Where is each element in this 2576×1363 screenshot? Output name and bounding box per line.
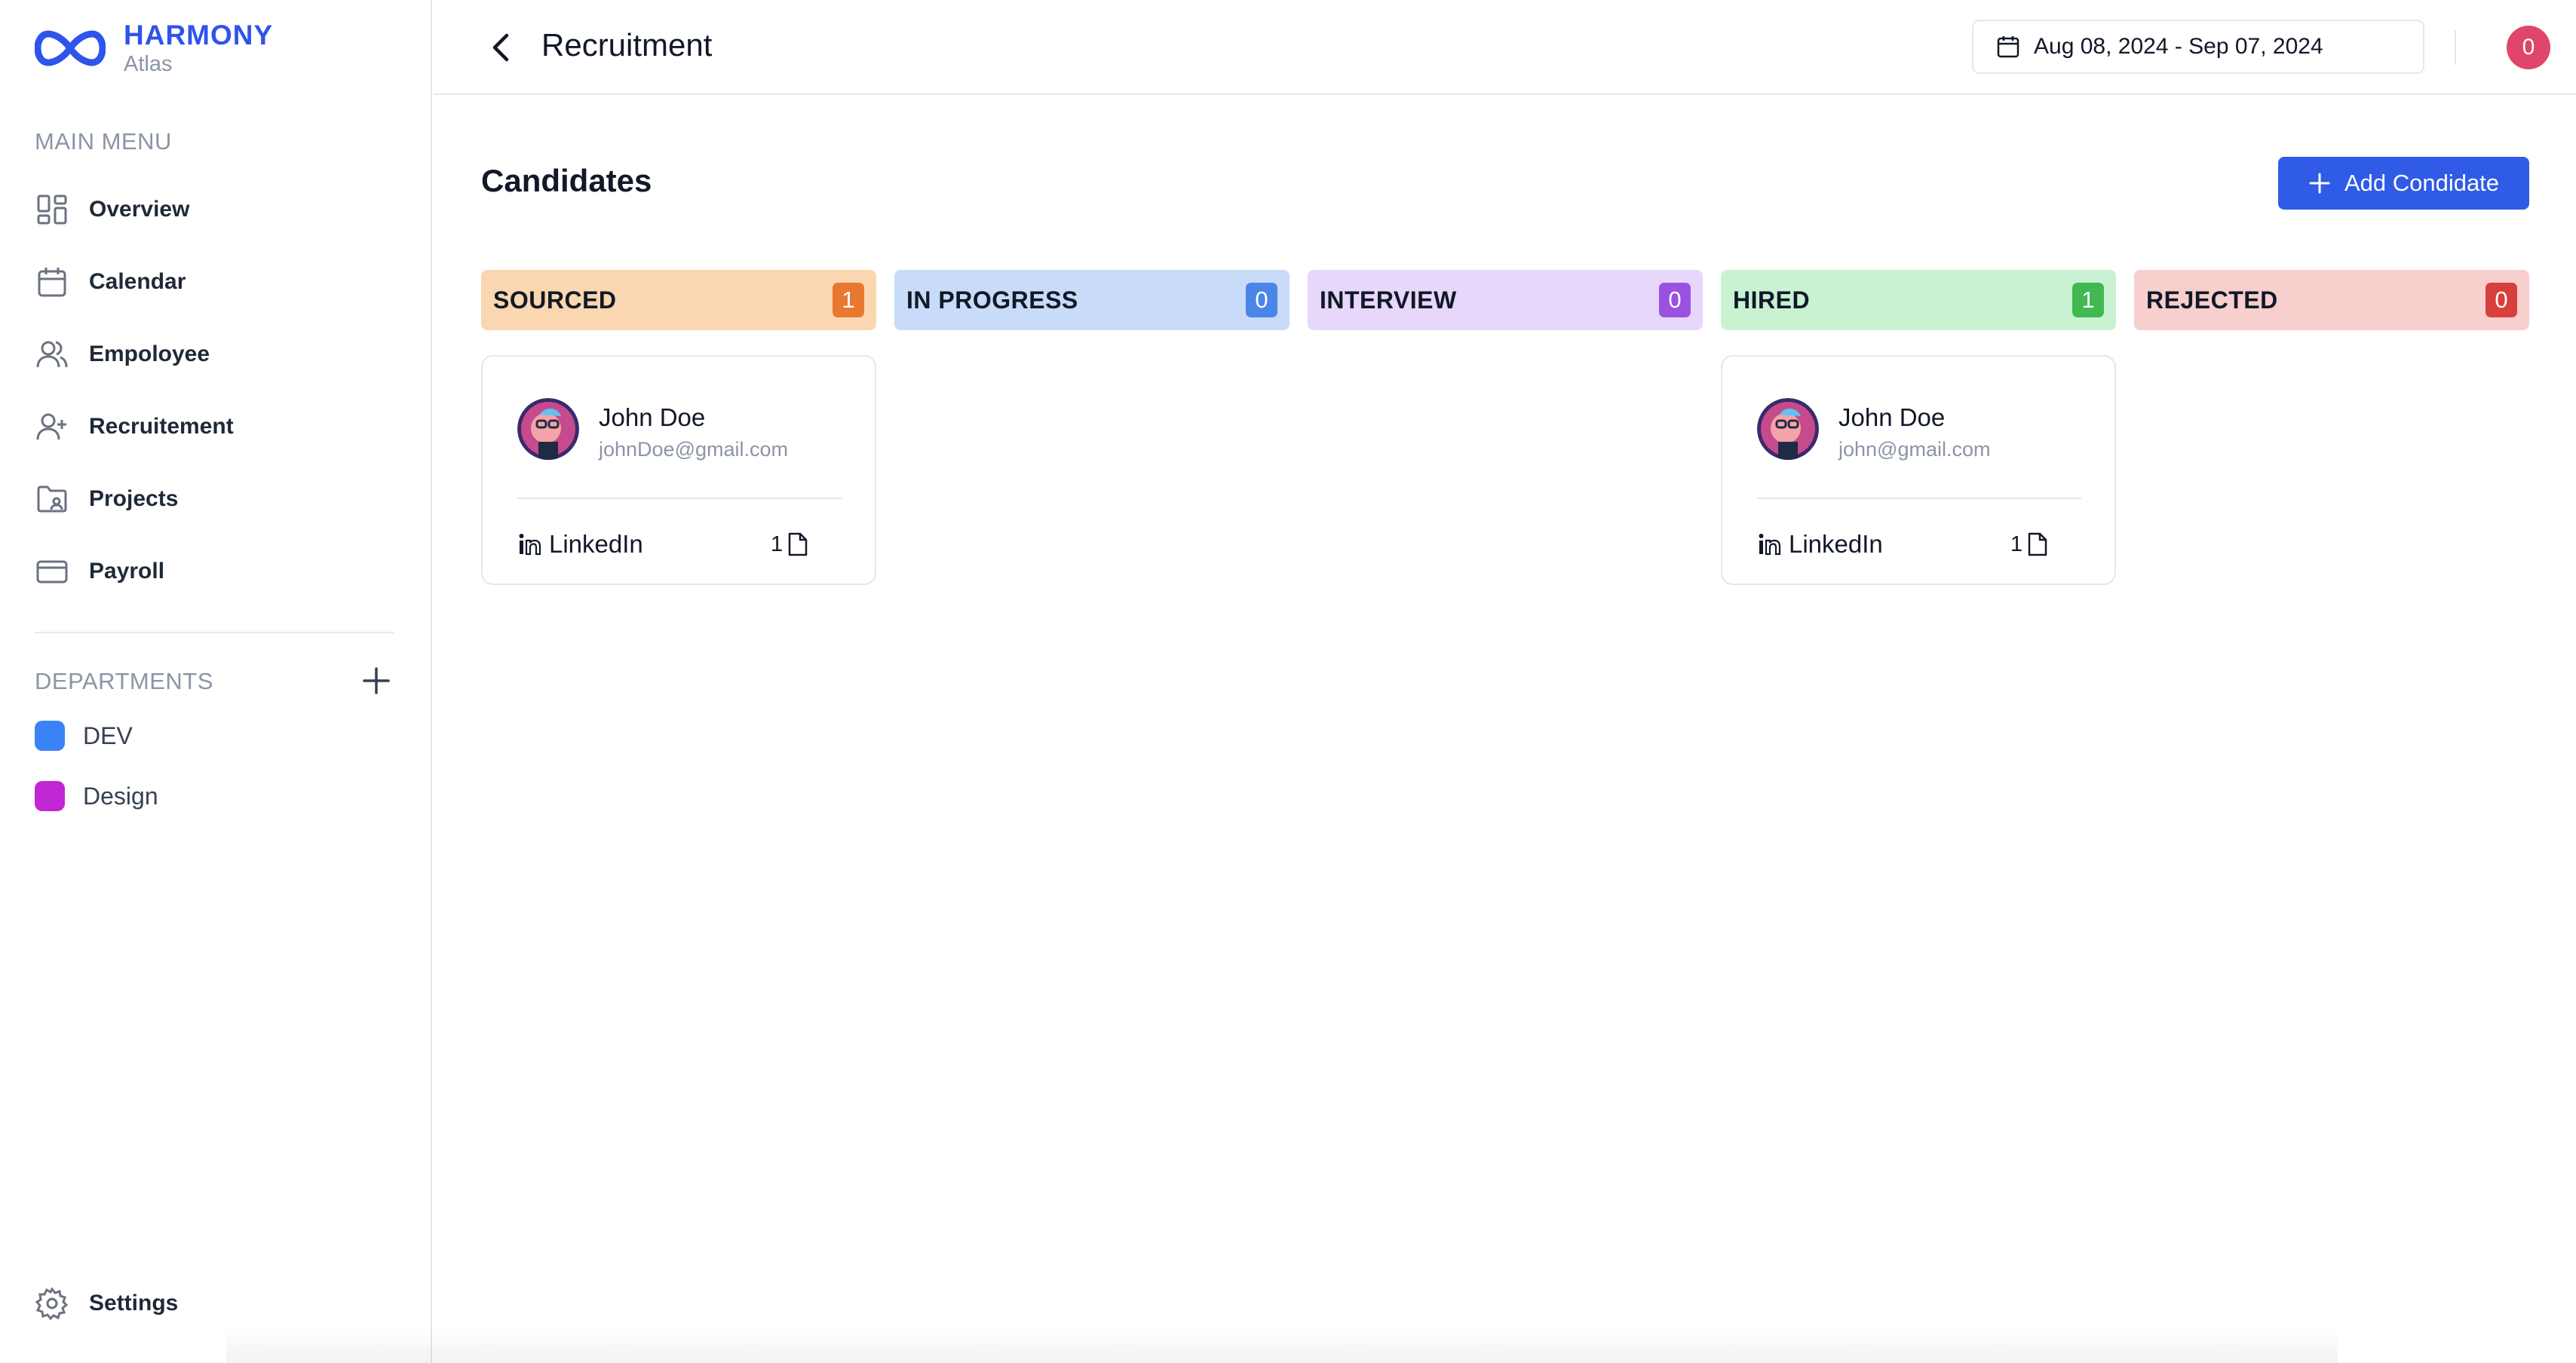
brand-text: HARMONY Atlas — [124, 20, 273, 77]
sidebar-item-calendar[interactable]: Calendar — [35, 246, 397, 318]
department-item-dev[interactable]: DEV — [35, 706, 158, 766]
header-separator — [2455, 30, 2456, 65]
add-candidate-label: Add Condidate — [2344, 170, 2500, 196]
document-count: 1 — [2010, 531, 2023, 556]
column-title: SOURCED — [493, 286, 617, 314]
user-plus-icon — [35, 409, 69, 444]
app-root: HARMONY Atlas MAIN MENU Overview Calenda… — [0, 0, 2576, 1363]
main-menu: Overview Calendar Empoloyee Recruitement — [35, 173, 397, 608]
candidate-source-label: LinkedIn — [549, 530, 643, 558]
sidebar: HARMONY Atlas MAIN MENU Overview Calenda… — [0, 0, 432, 1363]
candidate-source: LinkedIn — [517, 530, 643, 559]
sidebar-item-label: Projects — [89, 486, 179, 511]
brand-name: HARMONY — [124, 20, 274, 51]
department-item-design[interactable]: Design — [35, 766, 158, 826]
column-count-badge: 1 — [833, 283, 864, 317]
file-icon — [2028, 532, 2047, 556]
candidate-email: johnDoe@gmail.com — [599, 438, 789, 461]
column-count-badge: 0 — [2486, 283, 2517, 317]
calendar-icon — [35, 265, 69, 299]
department-label: Design — [83, 782, 158, 810]
linkedin-icon — [519, 534, 541, 556]
candidates-title: Candidates — [481, 163, 652, 198]
candidate-avatar — [1757, 398, 1819, 460]
calendar-icon — [1997, 36, 2019, 58]
grid-icon — [35, 192, 69, 227]
file-icon — [788, 532, 808, 556]
column-title: REJECTED — [2146, 286, 2278, 314]
candidate-name: John Doe — [1838, 403, 1946, 431]
candidate-email: john@gmail.com — [1838, 438, 1991, 461]
department-list: DEV Design — [35, 706, 158, 826]
top-header: Recruitment Aug 08, 2024 - Sep 07, 2024 … — [434, 0, 2576, 95]
candidate-source-label: LinkedIn — [1789, 530, 1883, 558]
candidate-avatar — [517, 398, 579, 460]
column-count-badge: 0 — [1659, 283, 1691, 317]
users-icon — [35, 337, 69, 372]
departments-label: DEPARTMENTS — [35, 668, 213, 694]
card-divider — [1757, 498, 2081, 499]
sidebar-item-recruitement[interactable]: Recruitement — [35, 391, 397, 463]
date-range-picker[interactable]: Aug 08, 2024 - Sep 07, 2024 — [1972, 20, 2424, 74]
user-avatar[interactable]: 0 — [2507, 26, 2550, 69]
department-color-dot — [35, 781, 65, 811]
brand-subtitle: Atlas — [124, 52, 173, 76]
sidebar-item-label: Empoloyee — [89, 342, 210, 366]
department-color-dot — [35, 721, 65, 751]
document-count: 1 — [771, 531, 784, 556]
bottom-shadow — [226, 1327, 2338, 1363]
candidate-documents[interactable]: 1 — [771, 531, 808, 557]
candidate-card[interactable]: John Doe johnDoe@gmail.com LinkedIn 1 — [481, 355, 876, 585]
candidate-card[interactable]: John Doe john@gmail.com LinkedIn 1 — [1721, 355, 2116, 585]
card-divider — [517, 498, 842, 499]
sidebar-item-label: Payroll — [89, 559, 165, 583]
sidebar-item-label: Calendar — [89, 269, 186, 294]
plus-icon — [363, 667, 390, 694]
sidebar-item-label: Recruitement — [89, 414, 234, 439]
candidate-source: LinkedIn — [1757, 530, 1883, 559]
column-hired: HIRED 1 — [1721, 270, 2116, 330]
sidebar-divider — [35, 632, 394, 633]
column-rejected: REJECTED 0 — [2134, 270, 2529, 330]
sidebar-item-overview[interactable]: Overview — [35, 173, 397, 246]
page-title: Recruitment — [541, 27, 713, 63]
plus-icon — [2309, 173, 2330, 194]
column-title: IN PROGRESS — [906, 286, 1078, 314]
gear-icon — [35, 1286, 69, 1321]
column-title: HIRED — [1733, 286, 1811, 314]
settings-label: Settings — [89, 1291, 179, 1316]
column-count-badge: 0 — [1246, 283, 1277, 317]
linkedin-icon — [1759, 534, 1781, 556]
column-count-badge: 1 — [2072, 283, 2104, 317]
brand[interactable]: HARMONY Atlas — [35, 20, 273, 77]
column-sourced: SOURCED 1 — [481, 270, 876, 330]
column-interview: INTERVIEW 0 — [1308, 270, 1703, 330]
sidebar-item-employee[interactable]: Empoloyee — [35, 318, 397, 391]
chevron-left-icon — [492, 33, 509, 62]
sidebar-item-payroll[interactable]: Payroll — [35, 535, 397, 608]
date-range-text: Aug 08, 2024 - Sep 07, 2024 — [2034, 34, 2323, 59]
candidate-documents[interactable]: 1 — [2010, 531, 2048, 557]
sidebar-item-settings[interactable]: Settings — [35, 1286, 178, 1321]
candidate-name: John Doe — [599, 403, 706, 431]
add-department-button[interactable] — [359, 663, 394, 698]
department-label: DEV — [83, 721, 133, 749]
sidebar-item-projects[interactable]: Projects — [35, 463, 397, 535]
column-title: INTERVIEW — [1320, 286, 1457, 314]
column-in-progress: IN PROGRESS 0 — [894, 270, 1290, 330]
add-candidate-button[interactable]: Add Condidate — [2278, 157, 2529, 210]
infinity-logo-icon — [35, 30, 106, 66]
back-button[interactable] — [482, 29, 520, 66]
folder-icon — [35, 482, 69, 516]
main-menu-label: MAIN MENU — [35, 128, 172, 155]
credit-card-icon — [35, 554, 69, 589]
sidebar-item-label: Overview — [89, 197, 190, 222]
